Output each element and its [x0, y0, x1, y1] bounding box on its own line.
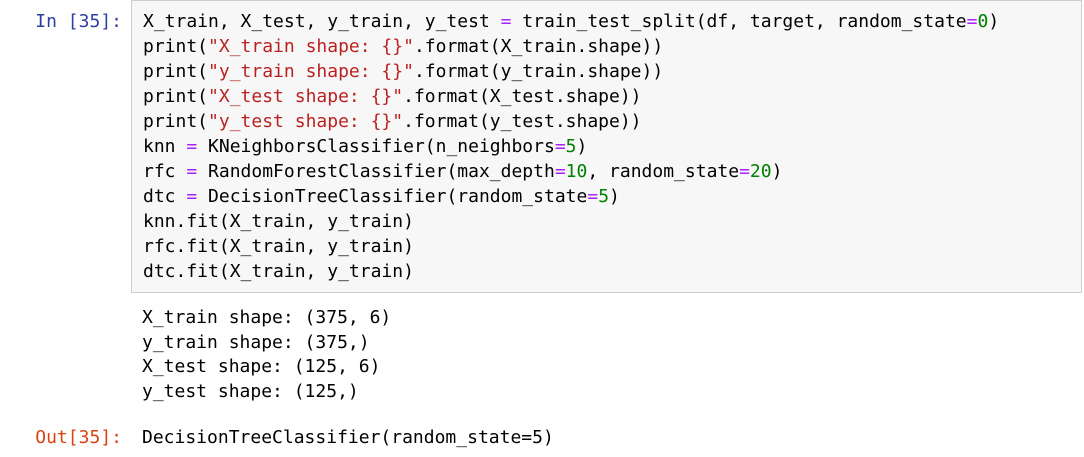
- code-line: print("X_train shape: {}".format(X_train…: [143, 34, 1081, 59]
- code-token: =: [739, 161, 750, 182]
- code-token: 5: [565, 136, 577, 157]
- input-prompt: In [35]:: [35, 11, 122, 32]
- code-line: print("X_test shape: {}".format(X_test.s…: [143, 84, 1081, 109]
- code-token: =: [966, 11, 978, 32]
- code-line: rfc.fit(X_train, y_train): [143, 234, 1081, 259]
- code-token: rfc.fit(X_train, y_train): [143, 236, 414, 257]
- code-token: "y_test shape: {}": [208, 111, 404, 132]
- code-token: knn.fit(X_train, y_train): [143, 211, 414, 232]
- code-token: .format(X_train.shape)): [413, 36, 664, 57]
- code-line: knn = KNeighborsClassifier(n_neighbors=5…: [143, 134, 1081, 159]
- code-token: ): [771, 161, 783, 182]
- code-line: dtc = DecisionTreeClassifier(random_stat…: [143, 184, 1081, 209]
- code-token: ): [988, 11, 1000, 32]
- stdout-line: y_train shape: (375,): [142, 331, 370, 353]
- code-token: 0: [977, 11, 989, 32]
- code-token: =: [186, 136, 198, 157]
- execute-result: DecisionTreeClassifier(random_state=5): [142, 427, 554, 448]
- code-token: print(: [143, 61, 209, 82]
- code-token: .format(y_train.shape)): [413, 61, 664, 82]
- stdout-output: X_train shape: (375, 6) y_train shape: (3…: [142, 306, 391, 404]
- code-token: train_test_split(df, target, random_stat…: [511, 11, 967, 32]
- code-token: dtc: [143, 186, 187, 207]
- code-token: , random_state: [587, 161, 740, 182]
- code-token: "X_test shape: {}": [208, 86, 404, 107]
- code-token: 5: [598, 186, 610, 207]
- stdout-line: X_test shape: (125, 6): [142, 356, 381, 377]
- code-token: rfc: [143, 161, 187, 182]
- code-token: =: [587, 186, 599, 207]
- code-token: 20: [749, 161, 772, 182]
- code-token: ): [609, 186, 620, 207]
- code-line: print("y_train shape: {}".format(y_train…: [143, 59, 1081, 84]
- code-token: RandomForestClassifier(max_depth: [197, 161, 555, 182]
- code-token: .format(y_test.shape)): [403, 111, 642, 132]
- code-cell-editor[interactable]: X_train, X_test, y_train, y_test = train…: [131, 0, 1082, 293]
- code-line: X_train, X_test, y_train, y_test = train…: [143, 9, 1081, 34]
- code-line: print("y_test shape: {}".format(y_test.s…: [143, 109, 1081, 134]
- code-token: =: [554, 161, 566, 182]
- code-token: =: [554, 136, 566, 157]
- code-token: print(: [143, 86, 209, 107]
- code-token: 10: [565, 161, 588, 182]
- code-line: knn.fit(X_train, y_train): [143, 209, 1081, 234]
- code-token: ): [576, 136, 588, 157]
- code-token: KNeighborsClassifier(n_neighbors: [197, 136, 555, 157]
- code-line: dtc.fit(X_train, y_train): [143, 259, 1081, 284]
- code-token: dtc.fit(X_train, y_train): [143, 261, 414, 282]
- output-prompt: Out[35]:: [35, 427, 122, 448]
- code-token: print(: [143, 111, 209, 132]
- code-token: =: [500, 11, 512, 32]
- code-token: =: [186, 186, 198, 207]
- stdout-line: X_train shape: (375, 6): [142, 307, 392, 328]
- code-token: DecisionTreeClassifier(random_state: [197, 186, 588, 207]
- code-token: "y_train shape: {}": [208, 61, 414, 82]
- stdout-line: y_test shape: (125,): [142, 380, 359, 402]
- code-token: print(: [143, 36, 209, 57]
- code-token: "X_train shape: {}": [208, 36, 414, 57]
- code-token: .format(X_test.shape)): [403, 86, 642, 107]
- code-token: knn: [143, 136, 187, 157]
- code-line: rfc = RandomForestClassifier(max_depth=1…: [143, 159, 1081, 184]
- code-token: =: [186, 161, 198, 182]
- code-token: X_train, X_test, y_train, y_test: [143, 11, 501, 32]
